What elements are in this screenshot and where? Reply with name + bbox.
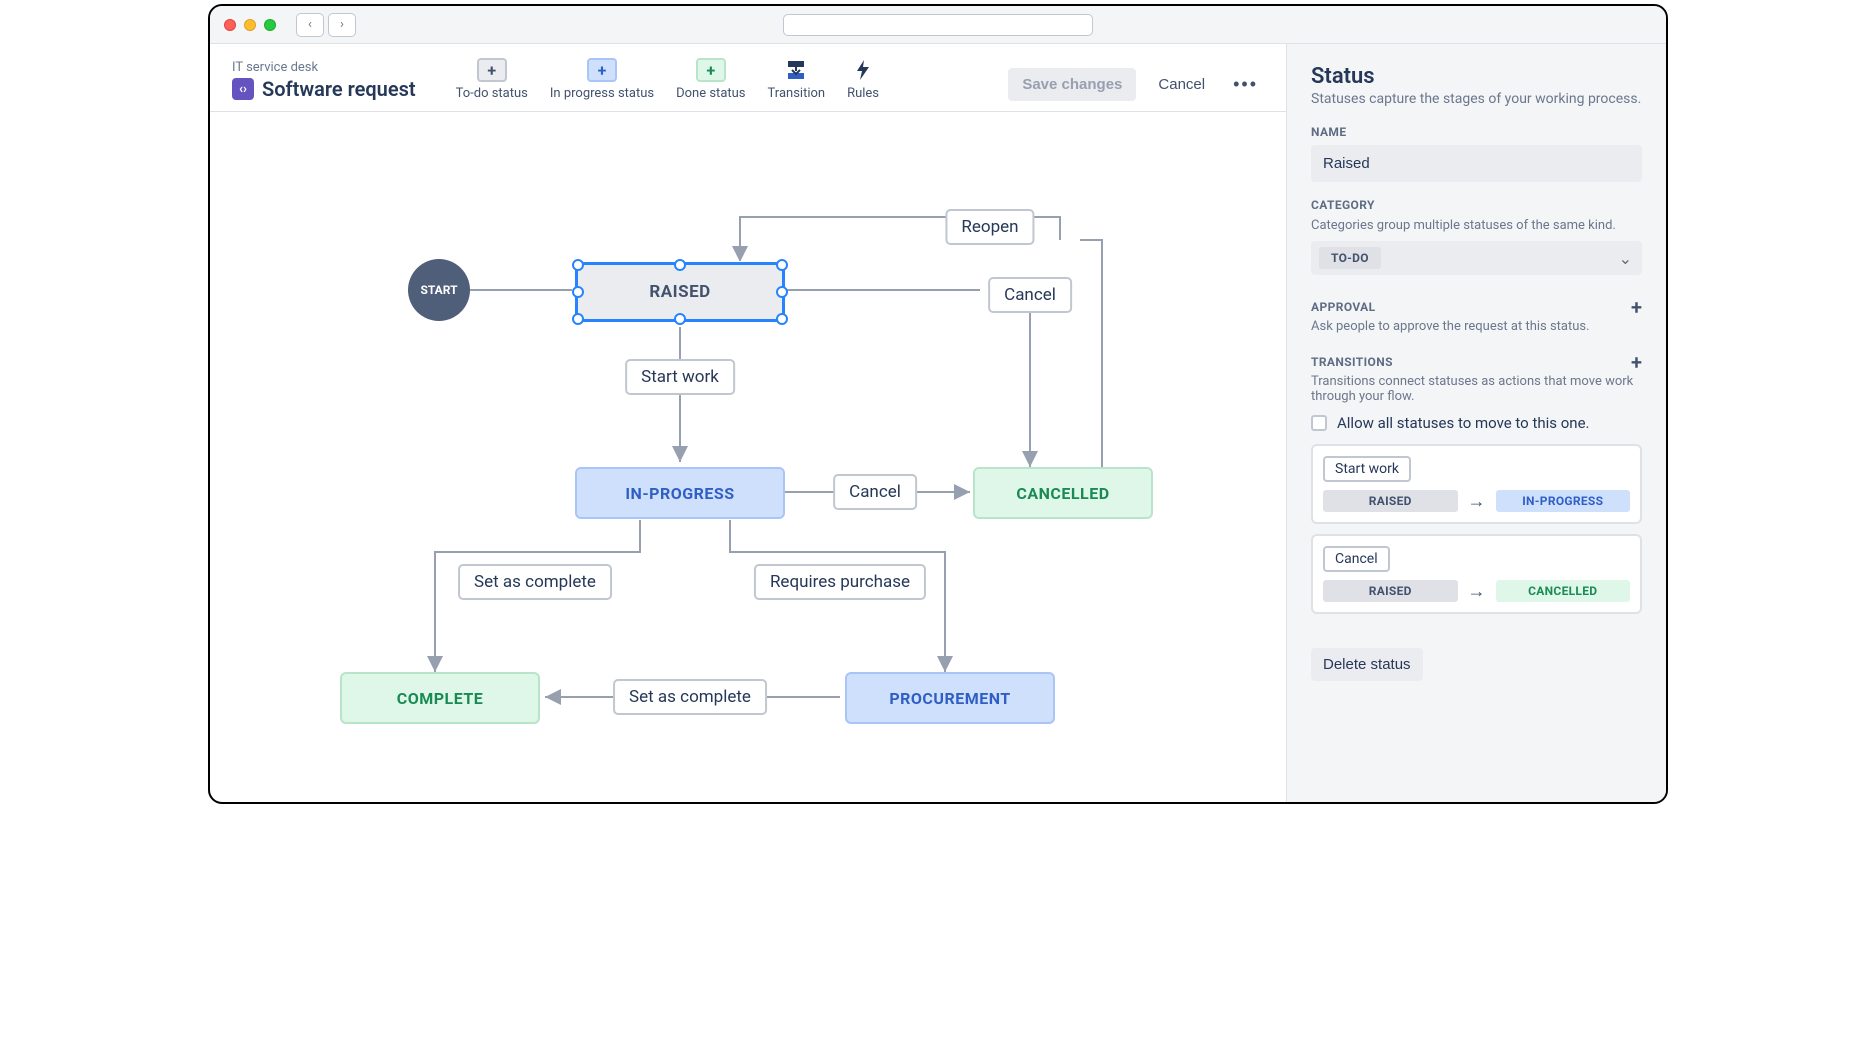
transition-label-set-complete[interactable]: Set as complete <box>458 564 612 600</box>
from-status-pill: RAISED <box>1323 490 1458 512</box>
plus-icon: + <box>598 61 607 80</box>
to-status-pill: CANCELLED <box>1496 580 1631 602</box>
from-status-pill: RAISED <box>1323 580 1458 602</box>
allow-all-label: Allow all statuses to move to this one. <box>1337 414 1590 432</box>
url-bar[interactable] <box>783 14 1093 36</box>
nav-forward-button[interactable]: › <box>328 13 356 37</box>
panel-subtitle: Statuses capture the stages of your work… <box>1311 91 1642 107</box>
mac-titlebar: ‹ › <box>210 6 1666 44</box>
status-node-complete[interactable]: COMPLETE <box>340 672 540 724</box>
transition-label-set-complete-2[interactable]: Set as complete <box>613 679 767 715</box>
transition-card[interactable]: Cancel RAISED → CANCELLED <box>1311 534 1642 614</box>
app-window: ‹ › IT service desk ‹› Software request … <box>208 4 1668 804</box>
edges-svg <box>210 112 1210 752</box>
chevron-down-icon: ⌄ <box>1619 249 1632 268</box>
transition-label-cancel-mid[interactable]: Cancel <box>833 474 917 510</box>
add-inprogress-status-button[interactable]: + In progress status <box>550 58 654 101</box>
category-selected-pill: TO-DO <box>1319 247 1381 269</box>
rules-button[interactable]: Rules <box>847 58 879 101</box>
plus-icon: + <box>487 61 496 80</box>
delete-status-button[interactable]: Delete status <box>1311 648 1423 681</box>
transition-name: Start work <box>1323 456 1411 482</box>
category-dropdown[interactable]: TO-DO ⌄ <box>1311 241 1642 275</box>
transition-card[interactable]: Start work RAISED → IN-PROGRESS <box>1311 444 1642 524</box>
main-area: IT service desk ‹› Software request + To… <box>210 44 1286 802</box>
chevron-right-icon: › <box>340 17 344 32</box>
plus-icon: + <box>1631 350 1642 374</box>
transition-name: Cancel <box>1323 546 1390 572</box>
ellipsis-icon: ••• <box>1233 74 1258 94</box>
to-status-pill: IN-PROGRESS <box>1496 490 1631 512</box>
transition-label-cancel-top[interactable]: Cancel <box>988 277 1072 313</box>
transitions-label: TRANSITIONS <box>1311 355 1393 369</box>
start-node[interactable]: START <box>408 259 470 321</box>
category-label: CATEGORY <box>1311 198 1642 212</box>
status-node-procurement[interactable]: PROCUREMENT <box>845 672 1055 724</box>
lightning-icon <box>848 58 878 82</box>
toolbar-actions: Save changes Cancel ••• <box>1008 68 1264 101</box>
approval-hint: Ask people to approve the request at thi… <box>1311 319 1642 334</box>
checkbox-icon[interactable] <box>1311 415 1327 431</box>
maximize-window-icon[interactable] <box>264 19 276 31</box>
details-panel: Status Statuses capture the stages of yo… <box>1286 44 1666 802</box>
transition-flow: RAISED → IN-PROGRESS <box>1323 490 1630 512</box>
workflow-toolbar: IT service desk ‹› Software request + To… <box>210 44 1286 112</box>
nav-button-group: ‹ › <box>296 13 356 37</box>
more-actions-button[interactable]: ••• <box>1227 68 1264 101</box>
add-done-status-button[interactable]: + Done status <box>676 58 745 101</box>
plus-icon: + <box>706 61 715 80</box>
add-todo-status-button[interactable]: + To-do status <box>456 58 528 101</box>
transition-label-reopen[interactable]: Reopen <box>945 209 1034 245</box>
arrow-right-icon: → <box>1468 491 1486 512</box>
minimize-window-icon[interactable] <box>244 19 256 31</box>
allow-all-checkbox-row[interactable]: Allow all statuses to move to this one. <box>1311 414 1642 432</box>
close-window-icon[interactable] <box>224 19 236 31</box>
panel-title: Status <box>1311 64 1642 89</box>
chevron-left-icon: ‹ <box>308 17 312 32</box>
transition-label-requires-purchase[interactable]: Requires purchase <box>754 564 926 600</box>
title-block: IT service desk ‹› Software request <box>232 60 416 101</box>
approval-label: APPROVAL <box>1311 300 1376 314</box>
transition-icon <box>781 58 811 82</box>
workflow-canvas[interactable]: START RAISED Reopen Cancel Start work IN… <box>210 112 1286 802</box>
workflow-type-icon: ‹› <box>232 78 254 100</box>
transitions-hint: Transitions connect statuses as actions … <box>1311 374 1642 404</box>
cancel-button[interactable]: Cancel <box>1152 68 1211 101</box>
status-node-inprogress[interactable]: IN-PROGRESS <box>575 467 785 519</box>
transition-label-start-work[interactable]: Start work <box>625 359 735 395</box>
add-transition-button[interactable]: Transition <box>768 58 826 101</box>
traffic-lights <box>224 19 276 31</box>
plus-icon: + <box>1631 295 1642 319</box>
transition-flow: RAISED → CANCELLED <box>1323 580 1630 602</box>
page-title: Software request <box>262 77 416 101</box>
add-transition-button[interactable]: + <box>1631 350 1642 374</box>
name-label: NAME <box>1311 125 1642 139</box>
category-hint: Categories group multiple statuses of th… <box>1311 218 1642 233</box>
add-element-buttons: + To-do status + In progress status + Do… <box>456 58 879 101</box>
app-body: IT service desk ‹› Software request + To… <box>210 44 1666 802</box>
add-approval-button[interactable]: + <box>1631 295 1642 319</box>
status-node-raised[interactable]: RAISED <box>575 262 785 322</box>
breadcrumb[interactable]: IT service desk <box>232 60 416 75</box>
transitions-list: Start work RAISED → IN-PROGRESS Cancel RAISED… <box>1311 444 1642 614</box>
save-button[interactable]: Save changes <box>1008 68 1136 101</box>
arrow-right-icon: → <box>1468 581 1486 602</box>
status-name-input[interactable] <box>1311 145 1642 182</box>
nav-back-button[interactable]: ‹ <box>296 13 324 37</box>
status-node-cancelled[interactable]: CANCELLED <box>973 467 1153 519</box>
